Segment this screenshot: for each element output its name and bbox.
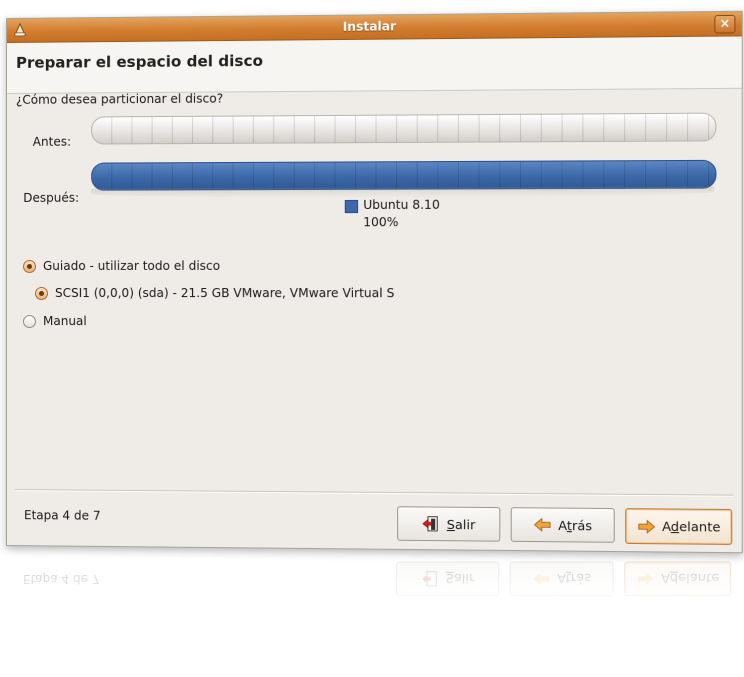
disk-bar-before xyxy=(91,112,717,145)
page-title: Preparar el espacio del disco xyxy=(15,51,264,72)
reflection-arrow-left-icon xyxy=(533,572,549,586)
reflection-quit-mnemonic: S xyxy=(445,571,454,587)
quit-mnemonic: S xyxy=(446,516,455,532)
radio-manual-label: Manual xyxy=(43,314,87,329)
next-label-rest: elante xyxy=(679,518,721,535)
reflection-arrow-right-icon xyxy=(637,572,654,586)
radio-guided-indicator[interactable] xyxy=(22,259,36,273)
reflection-quit-icon xyxy=(421,571,440,587)
arrow-left-icon xyxy=(533,517,552,533)
reflection-back-prefix: A xyxy=(557,571,566,587)
window-title: Instalar xyxy=(342,19,397,34)
reflection-back-button: Atrás xyxy=(509,561,614,597)
next-label-prefix: A xyxy=(662,518,671,535)
back-button[interactable]: Atrás xyxy=(510,507,615,543)
step-indicator: Etapa 4 de 7 xyxy=(23,508,101,523)
window-reflection: Etapa 4 de 7 Salir Atrás Adelante xyxy=(6,547,741,619)
after-label: Después: xyxy=(23,190,80,205)
quit-button[interactable]: Salir xyxy=(397,506,501,542)
next-button[interactable]: Adelante xyxy=(625,508,733,545)
radio-manual[interactable]: Manual xyxy=(22,314,87,329)
radio-guided[interactable]: Guiado - utilizar todo el disco xyxy=(22,258,221,273)
radio-disk-sda-label: SCSI1 (0,0,0) (sda) - 21.5 GB VMware, VM… xyxy=(55,286,395,301)
page-header: Preparar el espacio del disco xyxy=(6,36,742,94)
back-label-rest: rás xyxy=(571,517,593,533)
legend-swatch xyxy=(344,199,359,214)
radio-guided-label: Guiado - utilizar todo el disco xyxy=(43,258,221,273)
legend-percent: 100% xyxy=(363,215,399,230)
reflection-quit-rest: alir xyxy=(453,571,475,587)
quit-icon xyxy=(422,516,441,532)
reflection-quit-button: Salir xyxy=(396,561,500,597)
before-label: Antes: xyxy=(32,134,72,149)
reflection-next-prefix: A xyxy=(660,571,670,587)
installer-window: Instalar × Preparar el espacio del disco… xyxy=(6,10,743,554)
partition-question: ¿Cómo desea particionar el disco? xyxy=(15,91,224,107)
back-label-prefix: A xyxy=(558,517,567,533)
reflection-back-rest: rás xyxy=(570,571,592,587)
arrow-right-icon xyxy=(637,518,656,535)
footer-separator xyxy=(14,489,734,497)
reflection-next-rest: elante xyxy=(678,571,720,587)
radio-disk-sda[interactable]: SCSI1 (0,0,0) (sda) - 21.5 GB VMware, VM… xyxy=(34,286,395,301)
radio-disk-sda-indicator[interactable] xyxy=(34,286,49,300)
reflection-next-button: Adelante xyxy=(624,561,732,597)
reflection-step: Etapa 4 de 7 xyxy=(22,571,100,587)
close-button[interactable]: × xyxy=(714,14,736,34)
quit-label-rest: alir xyxy=(454,516,476,532)
radio-manual-indicator[interactable] xyxy=(22,314,36,328)
legend-name: Ubuntu 8.10 xyxy=(363,197,440,213)
